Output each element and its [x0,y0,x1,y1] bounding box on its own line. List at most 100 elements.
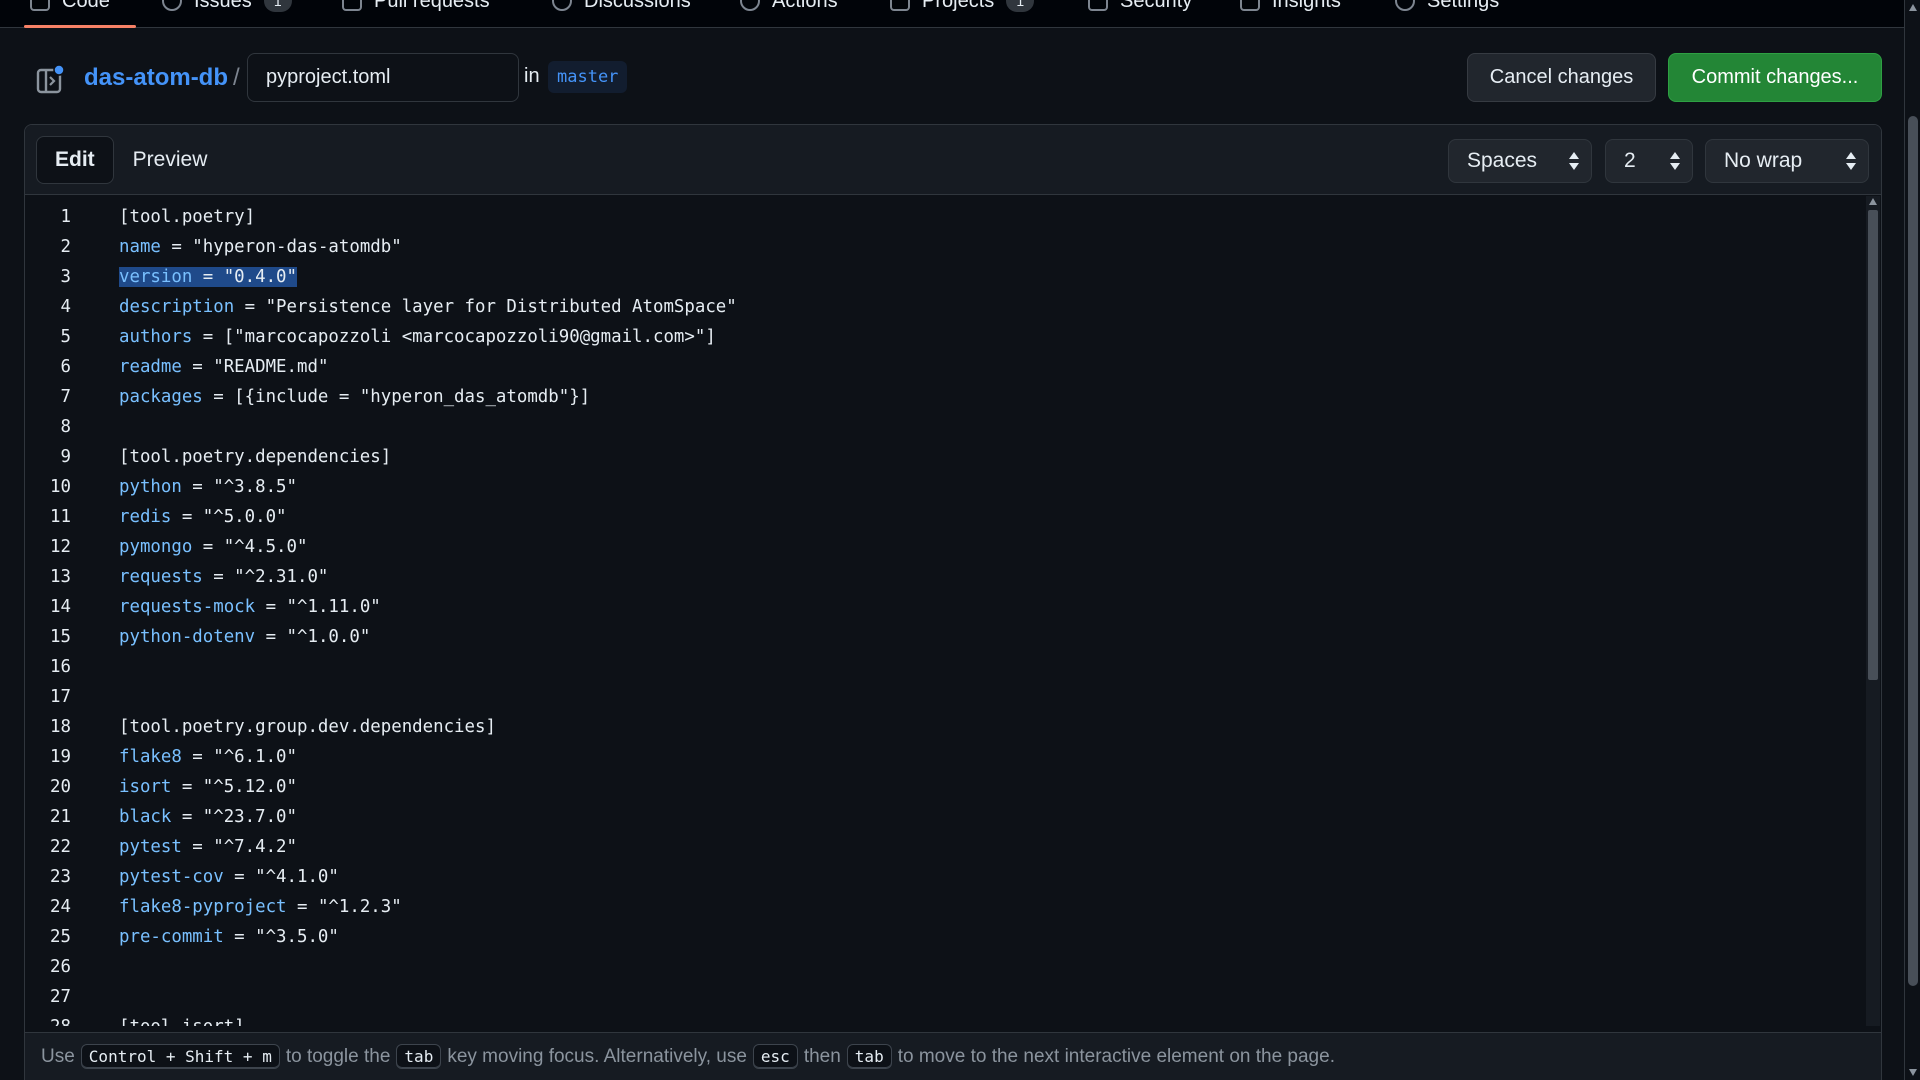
toml-key: readme [119,357,182,377]
wrap-mode-select[interactable]: No wrap [1705,139,1869,183]
editor-scrollbar-thumb[interactable] [1868,210,1878,680]
tab-security[interactable]: Security [1088,0,1192,18]
toml-value: = "^6.1.0" [181,747,297,767]
toml-value: = "^3.8.5" [181,477,297,497]
tab-pull-requests[interactable]: Pull requests [342,0,490,18]
code-line[interactable]: 24 flake8-pyproject = "^1.2.3" [25,892,1825,922]
line-number: 28 [25,1012,71,1026]
toml-value: = "^4.5.0" [192,537,308,557]
tab-issues[interactable]: Issues 1 [162,0,292,18]
line-number: 2 [60,237,71,257]
code-editor[interactable]: 1 [tool.poetry] 2 name = "hyperon-das-atomd… [25,196,1865,1026]
line-number: 13 [50,567,71,587]
scroll-up-icon[interactable] [1909,4,1917,11]
tab-preview[interactable]: Preview [114,136,227,184]
code-line[interactable]: 26 [25,952,1825,982]
code-icon [30,0,50,11]
hint-text: Use [41,1045,75,1067]
indent-mode-select[interactable]: Spaces [1448,139,1592,183]
line-number: 6 [60,357,71,377]
toml-key: isort [119,777,172,797]
line-number: 1 [60,207,71,227]
code-line[interactable]: 19 flake8 = "^6.1.0" [25,742,1825,772]
code-line[interactable]: 16 [25,652,1825,682]
indent-mode-value: Spaces [1467,149,1538,172]
toml-key: requests [119,567,203,587]
file-tree-toggle-icon[interactable] [36,64,64,94]
toml-key: pytest [119,837,182,857]
line-text: flake8 = "^6.1.0" [119,742,297,772]
graph-icon [1240,0,1260,11]
code-line[interactable]: 8 [25,412,1825,442]
tab-discussions[interactable]: Discussions [552,0,691,18]
page-scrollbar[interactable] [1904,0,1920,1080]
code-line[interactable]: 11 redis = "^5.0.0" [25,502,1825,532]
code-line[interactable]: 14 requests-mock = "^1.11.0" [25,592,1825,622]
code-line[interactable]: 2 name = "hyperon-das-atomdb" [25,232,1825,262]
code-line[interactable]: 13 requests = "^2.31.0" [25,562,1825,592]
toml-value: = [{include = "hyperon_das_atomdb"}] [202,387,591,407]
code-line[interactable]: 3 version = "0.4.0" [25,262,1825,292]
scroll-down-icon[interactable] [1909,1069,1917,1076]
projects-count: 1 [1006,0,1035,12]
line-number: 16 [50,657,71,677]
code-line[interactable]: 12 pymongo = "^4.5.0" [25,532,1825,562]
code-line[interactable]: 1 [tool.poetry] [25,202,1825,232]
page-scrollbar-thumb[interactable] [1908,116,1918,986]
line-text: black = "^23.7.0" [119,802,297,832]
toml-key: packages [119,387,203,407]
code-line[interactable]: 5 authors = ["marcocapozzoli <marcocapozz… [25,322,1825,352]
scroll-up-icon[interactable] [1869,198,1877,205]
line-number: 9 [60,447,71,467]
code-line[interactable]: 9 [tool.poetry.dependencies] [25,442,1825,472]
repo-link[interactable]: das-atom-db [84,64,228,92]
code-line[interactable]: 23 pytest-cov = "^4.1.0" [25,862,1825,892]
line-text: python = "^3.8.5" [119,472,297,502]
shortcut-kbd: Control + Shift + m [80,1044,280,1069]
code-line[interactable]: 20 isort = "^5.12.0" [25,772,1825,802]
tab-actions[interactable]: Actions [740,0,838,18]
comment-discussion-icon [552,0,572,11]
editor-tabs: Edit Preview [36,136,226,184]
code-line[interactable]: 25 pre-commit = "^3.5.0" [25,922,1825,952]
code-line[interactable]: 10 python = "^3.8.5" [25,472,1825,502]
toml-key: black [119,807,172,827]
line-number: 19 [50,747,71,767]
editor-scrollbar[interactable] [1866,196,1880,1026]
code-line[interactable]: 6 readme = "README.md" [25,352,1825,382]
commit-changes-button[interactable]: Commit changes... [1668,53,1882,102]
code-line[interactable]: 22 pytest = "^7.4.2" [25,832,1825,862]
code-line[interactable]: 27 [25,982,1825,1012]
line-text: [tool.poetry] [119,207,256,227]
line-number: 22 [50,837,71,857]
line-text: isort = "^5.12.0" [119,772,297,802]
line-text: python-dotenv = "^1.0.0" [119,622,370,652]
tab-settings[interactable]: Settings [1395,0,1499,18]
tab-projects[interactable]: Projects 1 [890,0,1035,18]
code-line[interactable]: 7 packages = [{include = "hyperon_das_ato… [25,382,1825,412]
line-number: 15 [50,627,71,647]
code-line[interactable]: 4 description = "Persistence layer for Di… [25,292,1825,322]
tab-label: Pull requests [374,0,490,12]
filename-input[interactable] [247,53,519,102]
toml-value: = "README.md" [181,357,329,377]
tab-label: Issues [194,0,252,12]
tab-code[interactable]: Code [30,0,110,18]
code-line[interactable]: 21 black = "^23.7.0" [25,802,1825,832]
line-number: 11 [50,507,71,527]
tab-label: Insights [1272,0,1341,12]
line-text: requests = "^2.31.0" [119,562,328,592]
toml-key: requests-mock [119,597,256,617]
indent-size-select[interactable]: 2 [1605,139,1693,183]
code-line[interactable]: 15 python-dotenv = "^1.0.0" [25,622,1825,652]
code-line[interactable]: 18 [tool.poetry.group.dev.dependencies] [25,712,1825,742]
toml-value: = "^4.1.0" [223,867,339,887]
select-arrows-icon [1846,152,1856,170]
toml-value: = "^3.5.0" [223,927,339,947]
tab-kbd: tab [846,1044,892,1069]
cancel-changes-button[interactable]: Cancel changes [1467,53,1656,102]
tab-edit[interactable]: Edit [36,136,114,184]
code-line[interactable]: 28 [tool.isort] [25,1012,1825,1026]
tab-insights[interactable]: Insights [1240,0,1341,18]
code-line[interactable]: 17 [25,682,1825,712]
